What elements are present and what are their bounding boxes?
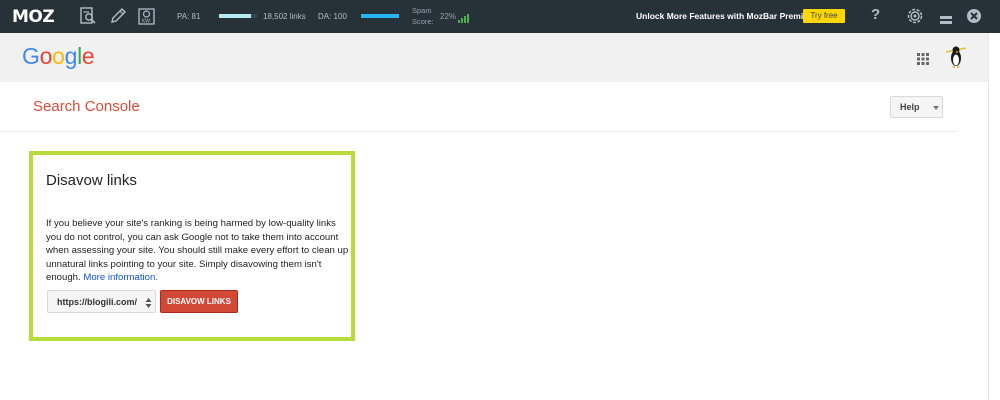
google-header: Google (0, 33, 988, 82)
page-analysis-icon[interactable] (78, 6, 98, 26)
moz-logo[interactable]: MOZ (12, 7, 55, 27)
site-select[interactable]: https://blogili.com/ (47, 290, 156, 313)
page-authority-bar (219, 14, 257, 18)
avatar-penguin-icon[interactable] (944, 43, 968, 71)
google-logo-letter: o (39, 43, 53, 69)
google-logo-letter: o (52, 43, 65, 69)
domain-authority: DA: 100 (318, 12, 347, 21)
premium-upsell-text: Unlock More Features with MozBar Premium (636, 11, 816, 21)
google-logo[interactable]: Google (22, 43, 95, 70)
minimize-icon[interactable] (940, 11, 952, 24)
close-icon[interactable] (966, 8, 982, 24)
chevron-down-icon (933, 106, 939, 110)
spam-score-label: Spam Score: (412, 5, 434, 27)
spam-score-bars-icon (458, 10, 470, 23)
header-divider (0, 131, 956, 132)
keyword-icon[interactable]: KW (137, 6, 157, 26)
disavow-description: If you believe your site's ranking is be… (46, 217, 351, 285)
try-free-button[interactable]: Try free (803, 9, 845, 23)
spam-label-line2: Score: (412, 17, 434, 26)
google-logo-letter: G (22, 43, 40, 69)
vertical-scrollbar[interactable] (988, 33, 1000, 400)
page-authority: PA: 81 (177, 12, 201, 21)
svg-text:KW: KW (142, 19, 150, 25)
search-console-title[interactable]: Search Console (33, 98, 140, 115)
disavow-links-card: Disavow links If you believe your site's… (29, 151, 355, 341)
help-button-label: Help (900, 102, 920, 112)
links-count[interactable]: 18,502 links (263, 12, 306, 21)
disavow-links-button[interactable]: DISAVOW LINKS (160, 290, 238, 313)
page: MOZ KW PA: 81 18,502 links DA: 100 Spam … (0, 0, 1000, 400)
spam-score-value: 22% (440, 12, 457, 21)
spam-label-line1: Spam (412, 6, 432, 15)
domain-authority-bar-fill (361, 14, 399, 18)
select-arrows-icon (145, 296, 152, 308)
page-authority-bar-fill (219, 14, 252, 18)
highlighter-icon[interactable] (108, 6, 128, 26)
google-logo-letter: e (81, 43, 95, 69)
site-select-value: https://blogili.com/ (57, 297, 137, 307)
more-information-link[interactable]: More information. (83, 272, 158, 283)
google-logo-letter: g (64, 43, 78, 69)
help-question-icon[interactable]: ? (871, 6, 880, 23)
disavow-title: Disavow links (46, 172, 137, 189)
help-dropdown-button[interactable]: Help (890, 96, 943, 118)
apps-grid-icon[interactable] (917, 52, 929, 65)
gear-icon[interactable] (905, 6, 925, 26)
domain-authority-bar (361, 14, 399, 18)
mozbar-toolbar: MOZ KW PA: 81 18,502 links DA: 100 Spam … (0, 0, 1000, 33)
